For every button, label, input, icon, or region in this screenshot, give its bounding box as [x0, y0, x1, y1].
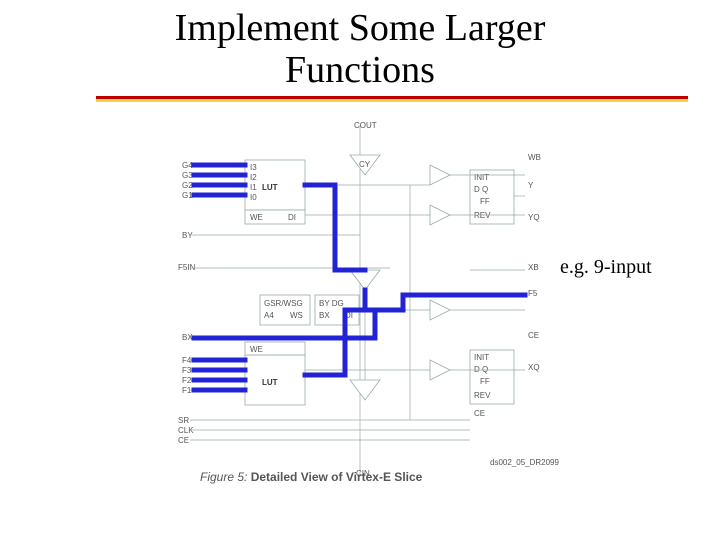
svg-text:XQ: XQ	[528, 363, 540, 372]
pin-cout: COUT	[354, 121, 377, 130]
svg-text:F5: F5	[528, 289, 538, 298]
svg-text:CE: CE	[178, 436, 189, 445]
svg-text:REV: REV	[474, 211, 491, 220]
svg-text:WE: WE	[250, 213, 263, 222]
svg-text:F2: F2	[182, 376, 192, 385]
svg-text:SR: SR	[178, 416, 189, 425]
svg-text:INIT: INIT	[474, 173, 489, 182]
slice-diagram: COUT CIN LUT I3 I2 I1 I0 WE DI G4 G3 G2 …	[150, 120, 570, 480]
svg-text:XB: XB	[528, 263, 539, 272]
svg-text:CE: CE	[474, 409, 485, 418]
svg-text:WB: WB	[528, 153, 541, 162]
svg-text:WS: WS	[290, 311, 303, 320]
svg-text:F3: F3	[182, 366, 192, 375]
svg-text:BY: BY	[182, 231, 193, 240]
svg-text:CLK: CLK	[178, 426, 194, 435]
svg-text:FF: FF	[480, 197, 490, 206]
svg-text:D Q: D Q	[474, 365, 488, 374]
annotation-9input: e.g. 9-input	[560, 256, 652, 279]
title-line1: Implement Some Larger	[175, 7, 546, 49]
svg-text:GSR/WSG: GSR/WSG	[264, 299, 303, 308]
svg-text:Y: Y	[528, 181, 534, 190]
title-line2: Functions	[285, 49, 435, 91]
svg-text:I0: I0	[250, 193, 257, 202]
svg-text:CE: CE	[528, 331, 539, 340]
lut-top-label: LUT	[262, 183, 278, 192]
svg-text:YQ: YQ	[528, 213, 540, 222]
svg-text:D Q: D Q	[474, 185, 488, 194]
svg-text:I3: I3	[250, 163, 257, 172]
svg-text:F1: F1	[182, 386, 192, 395]
svg-text:REV: REV	[474, 391, 491, 400]
svg-text:CY: CY	[359, 160, 371, 169]
svg-text:BX: BX	[319, 311, 330, 320]
svg-text:F5IN: F5IN	[178, 263, 196, 272]
svg-text:INIT: INIT	[474, 353, 489, 362]
figure-caption: Figure 5: Detailed View of Virtex-E Slic…	[200, 470, 422, 484]
svg-text:I2: I2	[250, 173, 257, 182]
credit: ds002_05_DR2099	[490, 458, 559, 467]
svg-text:FF: FF	[480, 377, 490, 386]
lut-bot-label: LUT	[262, 378, 278, 387]
svg-text:WE: WE	[250, 345, 263, 354]
svg-text:I1: I1	[250, 183, 257, 192]
title-rule	[96, 96, 688, 102]
svg-text:F4: F4	[182, 356, 192, 365]
svg-text:A4: A4	[264, 311, 274, 320]
svg-text:BY DG: BY DG	[319, 299, 344, 308]
svg-text:DI: DI	[288, 213, 296, 222]
